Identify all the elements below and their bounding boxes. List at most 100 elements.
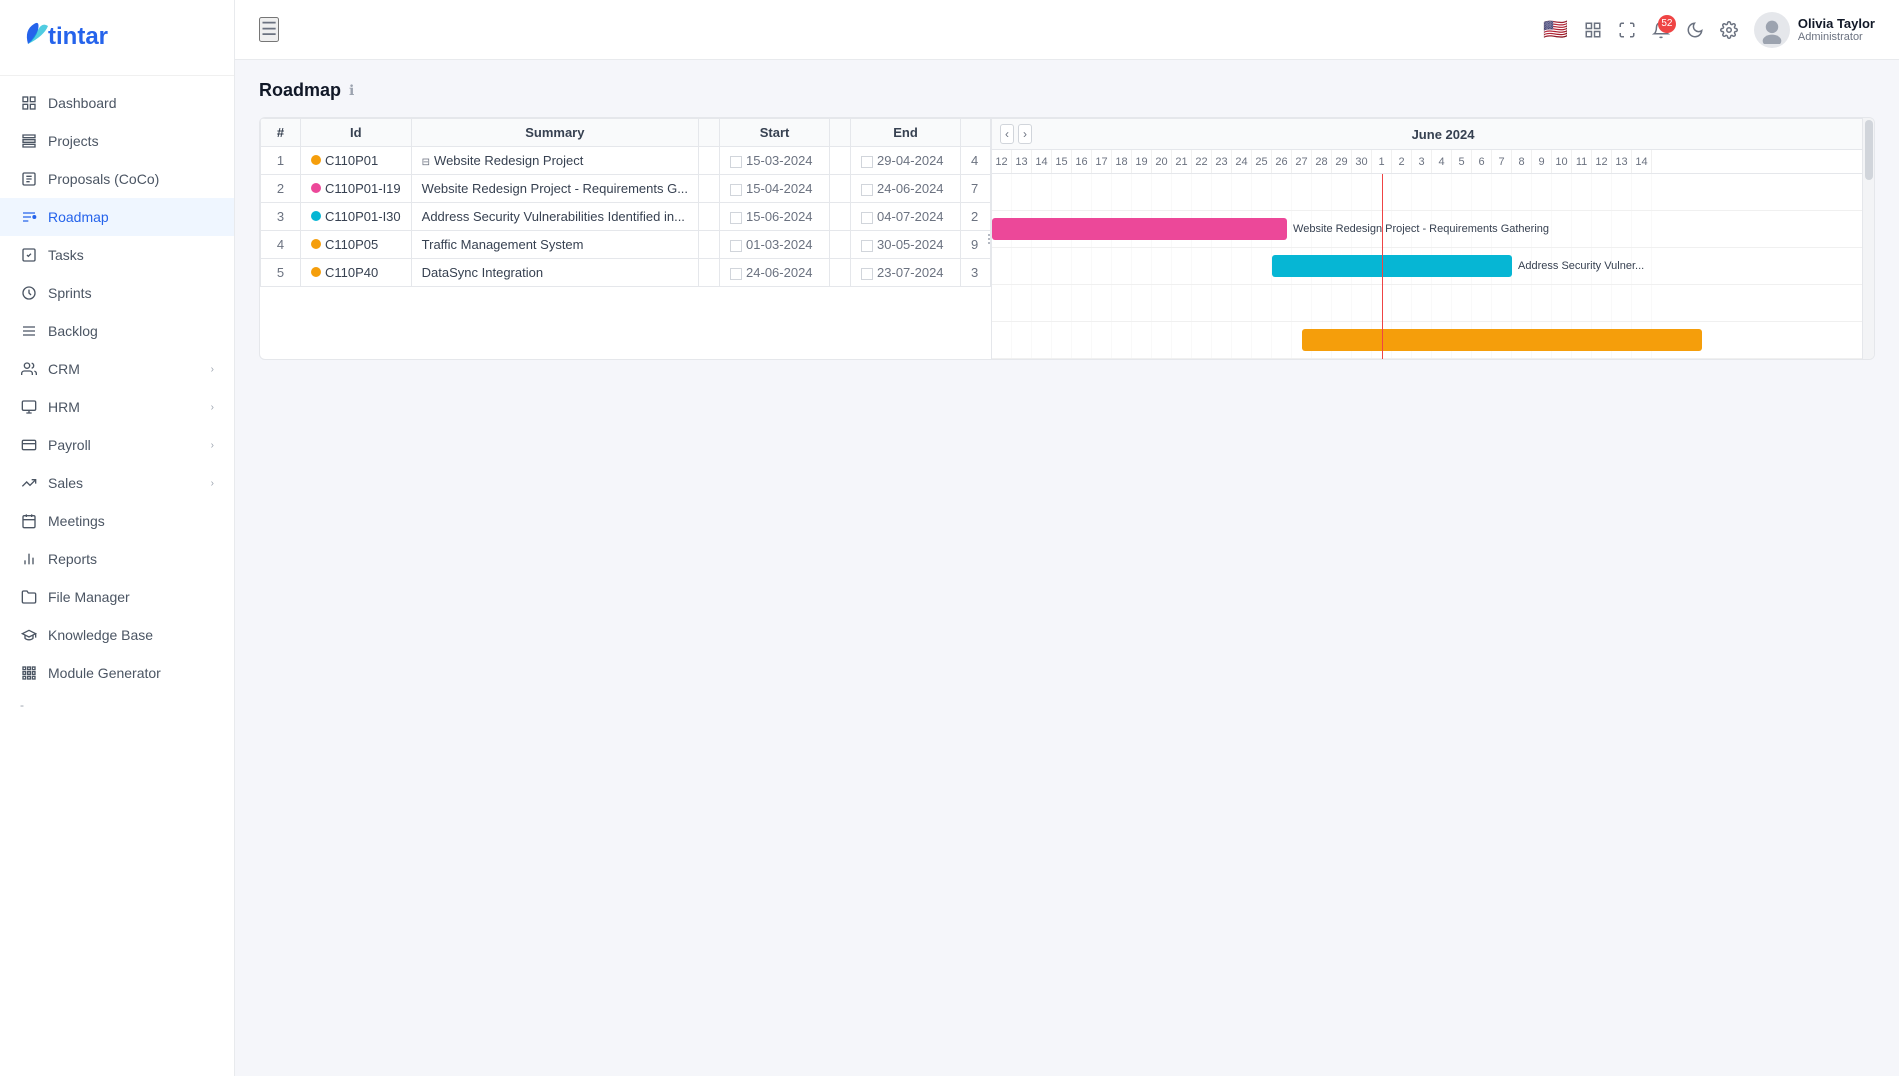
gantt-table: # Id Summary Start End [260,118,991,287]
gantt-left-panel: # Id Summary Start End [260,118,991,359]
settings-button[interactable] [1720,21,1738,39]
row-start-extra-3 [830,203,851,231]
gantt-row-5 [992,322,1874,359]
end-checkbox-2 [861,184,873,196]
day-cell: 22 [1192,150,1212,173]
info-icon[interactable]: ℹ [349,82,354,99]
day-cell: 19 [1132,150,1152,173]
sidebar-item-file-manager[interactable]: File Manager [0,578,234,616]
roadmap-icon [20,208,38,226]
table-row[interactable]: 5 C110P40 DataSync Integration 24-06-202… [261,259,991,287]
sidebar-label-meetings: Meetings [48,513,214,529]
sidebar-item-crm[interactable]: CRM › [0,350,234,388]
menu-toggle-button[interactable]: ☰ [259,17,279,42]
row-id-4: C110P05 [301,231,412,259]
sidebar-item-knowledge-base[interactable]: Knowledge Base [0,616,234,654]
sidebar-item-proposals[interactable]: Proposals (CoCo) [0,160,234,198]
month-label: June 2024 [1412,127,1475,142]
day-cell: 7 [1492,150,1512,173]
row-num-3: 3 [261,203,301,231]
user-avatar [1754,12,1790,48]
sidebar-item-backlog[interactable]: Backlog [0,312,234,350]
day-cell: 27 [1292,150,1312,173]
table-row[interactable]: 3 C110P01-I30 Address Security Vulnerabi… [261,203,991,231]
col-start-extra [830,119,851,147]
day-cell: 20 [1152,150,1172,173]
sidebar-item-sales[interactable]: Sales › [0,464,234,502]
gantt-bar-2[interactable]: Website Redesign Project - Requirements … [992,218,1287,240]
row-num-1: 1 [261,147,301,175]
header-icons: 🇺🇸 52 Olivia Taylor [1543,12,1875,48]
day-cell: 26 [1272,150,1292,173]
proposals-icon [20,170,38,188]
notifications-button[interactable]: 52 [1652,21,1670,39]
crm-icon [20,360,38,378]
apps-button[interactable] [1584,21,1602,39]
tasks-icon [20,246,38,264]
sidebar-label-dashboard: Dashboard [48,95,214,111]
resize-handle[interactable] [987,118,991,359]
next-month-button[interactable]: › [1018,124,1032,144]
day-cell: 5 [1452,150,1472,173]
sidebar-item-module-generator[interactable]: Module Generator [0,654,234,692]
day-cell: 2 [1392,150,1412,173]
svg-text:tintar: tintar [48,23,108,50]
table-row[interactable]: 2 C110P01-I19 Website Redesign Project -… [261,175,991,203]
row-start-extra-4 [830,231,851,259]
sidebar-item-sprints[interactable]: Sprints [0,274,234,312]
row-start-1: 15-03-2024 [720,147,830,175]
sidebar-label-reports: Reports [48,551,214,567]
day-cell: 6 [1472,150,1492,173]
logo: tintar [0,0,234,76]
day-cell: 9 [1532,150,1552,173]
sidebar-item-dashboard[interactable]: Dashboard [0,84,234,122]
payroll-arrow-icon: › [211,440,214,451]
start-checkbox-1 [730,156,742,168]
sidebar-item-reports[interactable]: Reports [0,540,234,578]
roadmap-container: # Id Summary Start End [259,117,1875,360]
row-end-1: 29-04-2024 [851,147,961,175]
month-nav-buttons: ‹ › [1000,124,1032,144]
row-expand-1 [699,147,720,175]
gantt-scrollbar[interactable] [1862,118,1874,359]
sidebar-item-roadmap[interactable]: Roadmap [0,198,234,236]
prev-month-button[interactable]: ‹ [1000,124,1014,144]
day-cell: 13 [1012,150,1032,173]
backlog-icon [20,322,38,340]
day-cell: 17 [1092,150,1112,173]
user-menu[interactable]: Olivia Taylor Administrator [1754,12,1875,48]
main-content: ☰ 🇺🇸 52 [235,0,1899,1076]
sidebar-item-tasks[interactable]: Tasks [0,236,234,274]
gantt-bar-5[interactable] [1302,329,1702,351]
sidebar-item-meetings[interactable]: Meetings [0,502,234,540]
sidebar-label-crm: CRM [48,361,201,377]
day-cell: 18 [1112,150,1132,173]
sidebar-item-projects[interactable]: Projects [0,122,234,160]
sidebar: tintar Dashboard Projects Proposals (CoC… [0,0,235,1076]
table-row[interactable]: 1 C110P01 ⊟Website Redesign Project 15-0… [261,147,991,175]
file-manager-icon [20,588,38,606]
user-name: Olivia Taylor [1798,16,1875,31]
sidebar-label-tasks: Tasks [48,247,214,263]
sidebar-item-payroll[interactable]: Payroll › [0,426,234,464]
start-checkbox-4 [730,240,742,252]
dark-mode-toggle[interactable] [1686,21,1704,39]
collapse-icon-1[interactable]: ⊟ [422,157,430,168]
day-cell: 29 [1332,150,1352,173]
col-header-id: Id [301,119,412,147]
gantt-scrollbar-thumb [1865,120,1873,180]
sales-arrow-icon: › [211,478,214,489]
table-row[interactable]: 4 C110P05 Traffic Management System 01-0… [261,231,991,259]
sidebar-item-hrm[interactable]: HRM › [0,388,234,426]
dashboard-icon [20,94,38,112]
gantt-bar-3[interactable]: Address Security Vulner... [1272,255,1512,277]
sidebar-label-knowledge-base: Knowledge Base [48,627,214,643]
sidebar-label-backlog: Backlog [48,323,214,339]
row-start-5: 24-06-2024 [720,259,830,287]
fullscreen-button[interactable] [1618,21,1636,39]
sidebar-label-payroll: Payroll [48,437,201,453]
language-selector[interactable]: 🇺🇸 [1543,17,1568,42]
meetings-icon [20,512,38,530]
row-extra-4: 9 [961,231,991,259]
gantt-row-bg [992,174,1874,210]
